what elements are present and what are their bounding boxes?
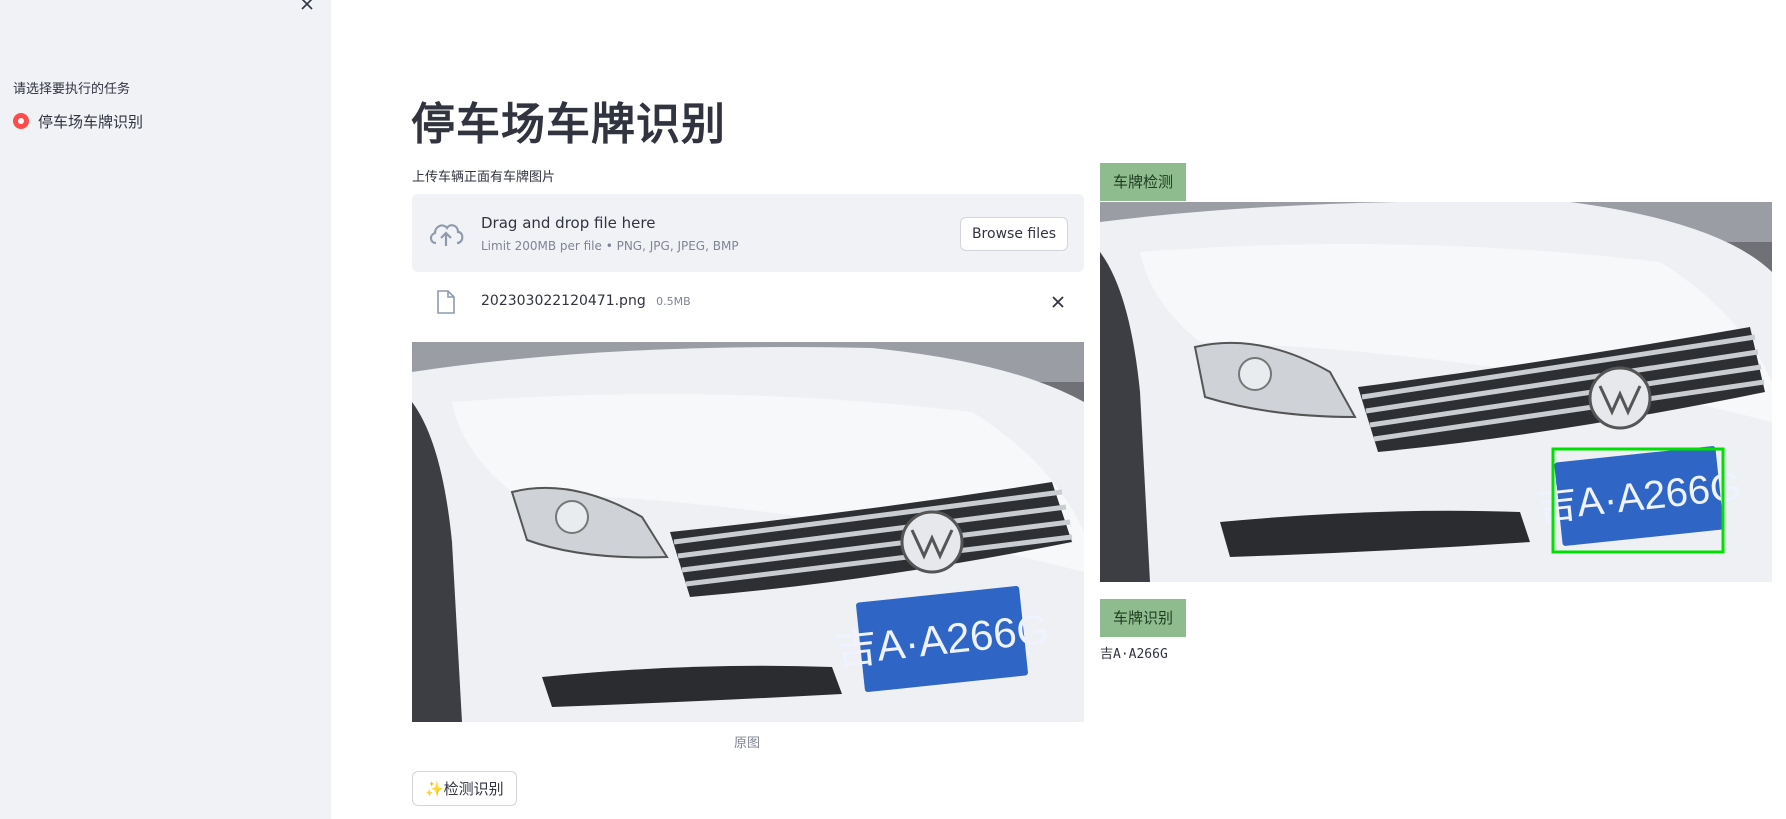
upload-cloud-icon bbox=[429, 224, 464, 246]
file-dropzone[interactable]: Drag and drop file here Limit 200MB per … bbox=[412, 194, 1084, 272]
file-size: 0.5MB bbox=[656, 295, 691, 308]
dropzone-title: Drag and drop file here bbox=[481, 214, 656, 232]
close-sidebar-icon[interactable] bbox=[299, 0, 315, 12]
detection-tag: 车牌检测 bbox=[1100, 163, 1187, 201]
page-title: 停车场车牌识别 bbox=[411, 99, 726, 150]
sidebar: 请选择要执行的任务 停车场车牌识别 bbox=[0, 0, 331, 819]
uploaded-file-row: 202303022120471.png 0.5MB bbox=[412, 284, 1084, 320]
radio-selected-icon bbox=[13, 113, 29, 129]
radio-option-label: 停车场车牌识别 bbox=[38, 112, 144, 131]
file-name: 202303022120471.png 0.5MB bbox=[481, 293, 691, 309]
file-name-text: 202303022120471.png bbox=[481, 293, 646, 309]
upload-label: 上传车辆正面有车牌图片 bbox=[412, 170, 556, 185]
task-radio-label: 请选择要执行的任务 bbox=[13, 82, 131, 97]
detection-result-image: 吉A·A266G bbox=[1100, 202, 1772, 582]
remove-file-icon[interactable] bbox=[1049, 293, 1067, 311]
dropzone-hint: Limit 200MB per file • PNG, JPG, JPEG, B… bbox=[481, 239, 739, 253]
original-image-caption: 原图 bbox=[734, 736, 761, 751]
recognition-tag: 车牌识别 bbox=[1100, 599, 1187, 637]
plate-result-text: 吉A·A266G bbox=[1100, 647, 1168, 662]
file-icon bbox=[437, 290, 455, 314]
original-car-image: 吉A·A266G bbox=[412, 342, 1084, 722]
detect-recognize-button[interactable]: ✨检测识别 bbox=[412, 771, 517, 806]
radio-option-plate-recognition[interactable]: 停车场车牌识别 bbox=[13, 110, 143, 132]
browse-files-button[interactable]: Browse files bbox=[959, 217, 1068, 251]
